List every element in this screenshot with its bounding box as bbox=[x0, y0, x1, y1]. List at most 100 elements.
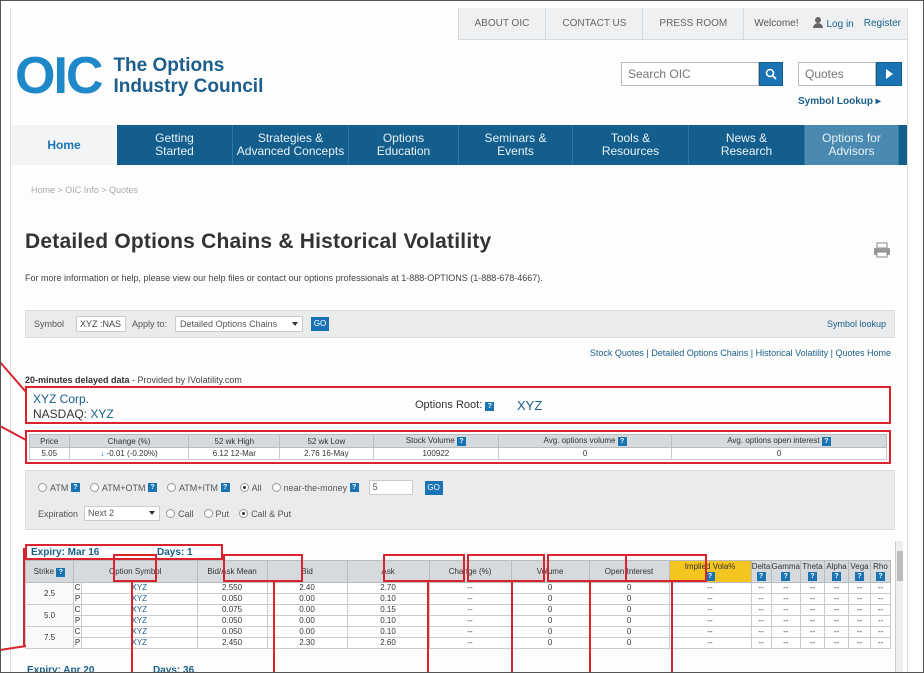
user-icon bbox=[812, 17, 823, 28]
help-icon[interactable]: ? bbox=[56, 567, 66, 577]
chain-row: P XYZ 2.450 2.30 2.60 -- 0 0 -- -- -- -- -- -- -- bbox=[26, 637, 891, 649]
nav-getting-started[interactable]: Getting Started bbox=[117, 125, 233, 165]
register-link[interactable]: Register bbox=[860, 18, 907, 29]
filter-atm[interactable]: ATM ? bbox=[38, 483, 80, 493]
chain-cell-ask: 2.70 bbox=[346, 582, 430, 594]
print-icon[interactable] bbox=[873, 242, 891, 258]
filter-atm-otm[interactable]: ATM+OTM ? bbox=[89, 483, 157, 493]
delayed-bold: 20-minutes delayed data bbox=[25, 375, 130, 385]
option-symbol-link[interactable]: XYZ bbox=[81, 615, 198, 627]
symbol-lookup-link[interactable]: Symbol Lookup ▸ bbox=[798, 96, 881, 107]
radio-near[interactable] bbox=[271, 483, 281, 492]
help-icon[interactable]: ? bbox=[756, 572, 766, 581]
delayed-rest: - Provided by IVolatility.com bbox=[129, 375, 242, 385]
option-symbol-link[interactable]: XYZ bbox=[81, 637, 198, 649]
greek-cell: -- bbox=[770, 604, 802, 616]
radio-call[interactable] bbox=[166, 509, 176, 518]
symbol-go-button[interactable]: GO bbox=[311, 317, 330, 331]
oic-logo[interactable]: OIC The Options Industry Council bbox=[15, 50, 263, 102]
chain-cell-oi: 0 bbox=[588, 582, 670, 594]
help-icon[interactable]: ? bbox=[781, 572, 791, 581]
breadcrumb[interactable]: Home > OIC Info > Quotes bbox=[31, 185, 138, 195]
filter-near[interactable]: near-the-money ? bbox=[271, 483, 359, 493]
filter-put[interactable]: Put bbox=[203, 509, 229, 519]
nav-news[interactable]: News & Research bbox=[689, 125, 805, 165]
help-icon[interactable]: ? bbox=[485, 402, 495, 411]
quote-header-label: Avg. options volume bbox=[543, 436, 616, 445]
chain-header: Gamma? bbox=[770, 560, 802, 583]
chain-cell-ask: 2.60 bbox=[346, 637, 430, 649]
help-icon[interactable]: ? bbox=[821, 437, 831, 446]
help-icon[interactable]: ? bbox=[876, 572, 885, 581]
delayed-note: 20-minutes delayed data - Provided by IV… bbox=[25, 375, 242, 385]
chain-header-label: Alpha bbox=[826, 562, 847, 571]
help-icon[interactable]: ? bbox=[70, 483, 80, 492]
apply-to-select[interactable]: Detailed Options Chains bbox=[175, 316, 304, 332]
help-icon[interactable]: ? bbox=[617, 437, 627, 446]
radio-atm-itm[interactable] bbox=[166, 483, 176, 492]
contact-link[interactable]: CONTACT US bbox=[545, 8, 642, 40]
chain-cell-bid: 0.00 bbox=[266, 626, 348, 638]
nav-strategies[interactable]: Strategies & Advanced Concepts bbox=[233, 125, 349, 165]
near-input[interactable]: 5 bbox=[368, 480, 413, 495]
greek-cell: -- bbox=[824, 615, 849, 627]
chain-header-label: Rho bbox=[873, 562, 888, 571]
help-icon[interactable]: ? bbox=[855, 572, 864, 581]
help-icon[interactable]: ? bbox=[147, 483, 157, 492]
filter-call[interactable]: Call bbox=[166, 509, 194, 519]
filter-call-put[interactable]: Call & Put bbox=[239, 509, 291, 519]
option-symbol-link[interactable]: XYZ bbox=[81, 604, 198, 616]
filter-go-button[interactable]: GO bbox=[424, 480, 443, 495]
greek-cell: -- bbox=[870, 615, 891, 627]
help-icon[interactable]: ? bbox=[705, 572, 715, 581]
chain-header-label: Ask bbox=[381, 567, 395, 576]
quotes-input[interactable] bbox=[798, 62, 876, 86]
press-room-link[interactable]: PRESS ROOM bbox=[642, 8, 743, 40]
radio-all[interactable] bbox=[239, 483, 249, 492]
radio-call-put[interactable] bbox=[239, 509, 249, 518]
chain-cell-vol: 0 bbox=[510, 604, 590, 616]
greek-cell: -- bbox=[750, 604, 772, 616]
quote-header: Avg. options open interest ? bbox=[671, 434, 887, 448]
chain-header: Volume bbox=[510, 560, 590, 583]
login-link[interactable]: Log in bbox=[807, 17, 860, 30]
greek-cell: -- bbox=[750, 615, 772, 627]
quote-links[interactable]: Stock Quotes | Detailed Options Chains |… bbox=[590, 348, 891, 358]
filter-all[interactable]: All bbox=[239, 482, 262, 493]
all-label: All bbox=[251, 482, 262, 493]
symbol-input[interactable]: XYZ :NAS bbox=[76, 316, 127, 332]
expiration-select[interactable]: Next 2 bbox=[84, 506, 161, 521]
about-link[interactable]: ABOUT OIC bbox=[457, 8, 546, 40]
option-symbol-link[interactable]: XYZ bbox=[81, 593, 198, 605]
help-icon[interactable]: ? bbox=[832, 572, 841, 581]
radio-atm[interactable] bbox=[38, 483, 47, 492]
nav-tools[interactable]: Tools & Resources bbox=[573, 125, 689, 165]
greek-cell: -- bbox=[870, 626, 891, 638]
help-icon[interactable]: ? bbox=[220, 483, 230, 492]
chain-row: 5.0 C XYZ 0.075 0.00 0.15 -- 0 0 -- -- -- -- -- -- -- bbox=[25, 604, 891, 627]
radio-put[interactable] bbox=[203, 509, 213, 518]
help-icon[interactable]: ? bbox=[808, 572, 817, 581]
quote-header-label: Avg. options open interest bbox=[727, 436, 820, 445]
scrollbar[interactable] bbox=[895, 541, 903, 673]
chain-row: P XYZ 0.050 0.00 0.10 -- 0 0 -- -- -- -- -- -- -- bbox=[26, 615, 891, 627]
call-put-cell: P bbox=[73, 593, 82, 605]
search-button[interactable] bbox=[759, 62, 783, 86]
greek-cell: -- bbox=[750, 637, 772, 649]
filter-atm-itm[interactable]: ATM+ITM ? bbox=[166, 483, 230, 493]
radio-atm-otm[interactable] bbox=[89, 483, 99, 492]
help-icon[interactable]: ? bbox=[456, 437, 466, 446]
nav-options-education[interactable]: Options Education bbox=[349, 125, 459, 165]
exchange-label: NASDAQ: bbox=[33, 407, 88, 421]
option-symbol-link[interactable]: XYZ bbox=[81, 626, 198, 638]
nav-seminars[interactable]: Seminars & Events bbox=[459, 125, 573, 165]
chain-cell-iv: -- bbox=[668, 637, 752, 649]
search-input[interactable] bbox=[621, 62, 759, 86]
option-symbol-link[interactable]: XYZ bbox=[81, 582, 198, 594]
quotes-go-button[interactable] bbox=[876, 62, 902, 86]
options-chain-table: Strike ? Option Symbol Bid/Ask Mean Bid Ask C… bbox=[25, 560, 891, 649]
nav-advisors[interactable]: Options for Advisors bbox=[805, 125, 899, 165]
help-icon[interactable]: ? bbox=[349, 483, 359, 492]
scrollbar-thumb[interactable] bbox=[897, 551, 903, 581]
symbol-lookup-link-2[interactable]: Symbol lookup bbox=[827, 319, 886, 329]
